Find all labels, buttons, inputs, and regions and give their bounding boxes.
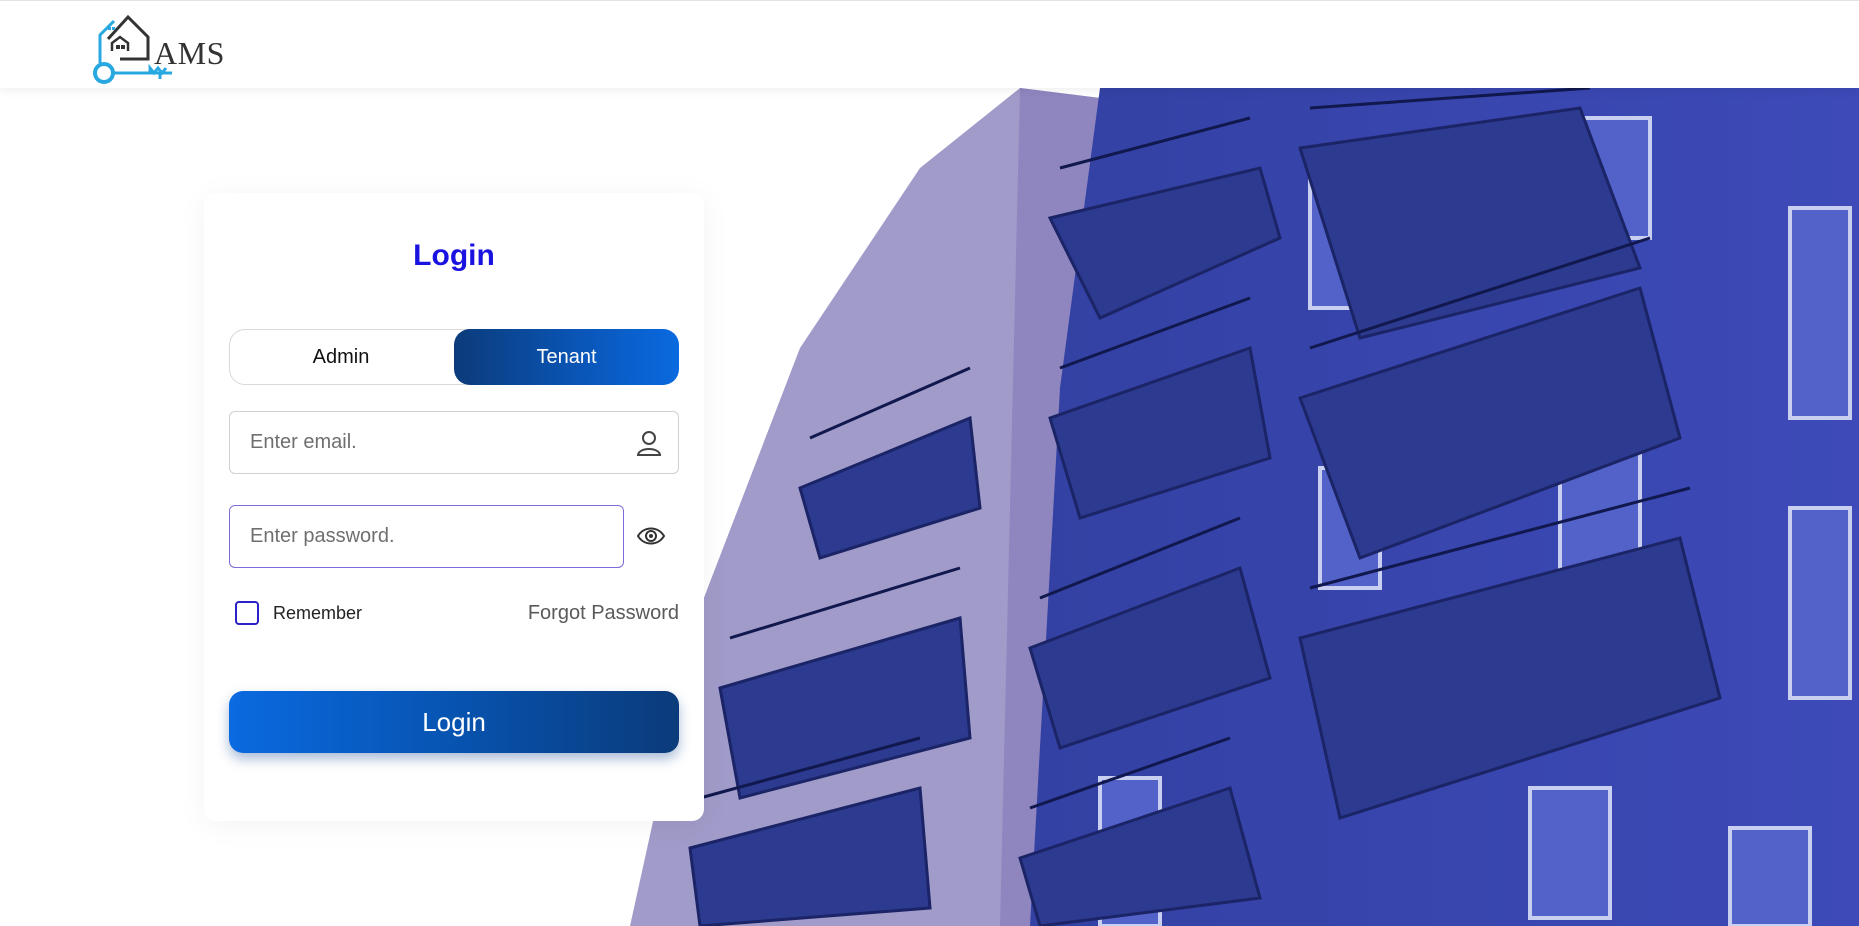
login-card: Login Admin Tenant Remember Forgot Passw… (204, 193, 704, 821)
brand-name: AMS (154, 35, 225, 71)
eye-icon[interactable] (636, 523, 666, 549)
password-input[interactable] (230, 506, 623, 567)
role-admin-tab[interactable]: Admin (229, 329, 453, 385)
login-title: Login (413, 239, 495, 272)
remember-label: Remember (273, 602, 363, 623)
role-tenant-tab[interactable]: Tenant (454, 329, 679, 385)
top-header: AMS (0, 0, 1859, 88)
remember-checkbox[interactable] (235, 601, 259, 625)
user-icon (636, 431, 662, 456)
email-field (229, 411, 679, 474)
brand-logo[interactable]: AMS (90, 9, 230, 89)
remember-me: Remember (235, 601, 362, 625)
password-field (229, 505, 624, 568)
login-button[interactable]: Login (229, 691, 679, 753)
forgot-password-link[interactable]: Forgot Password (528, 602, 679, 625)
email-input[interactable] (230, 412, 678, 473)
role-toggle: Admin Tenant (229, 329, 679, 385)
